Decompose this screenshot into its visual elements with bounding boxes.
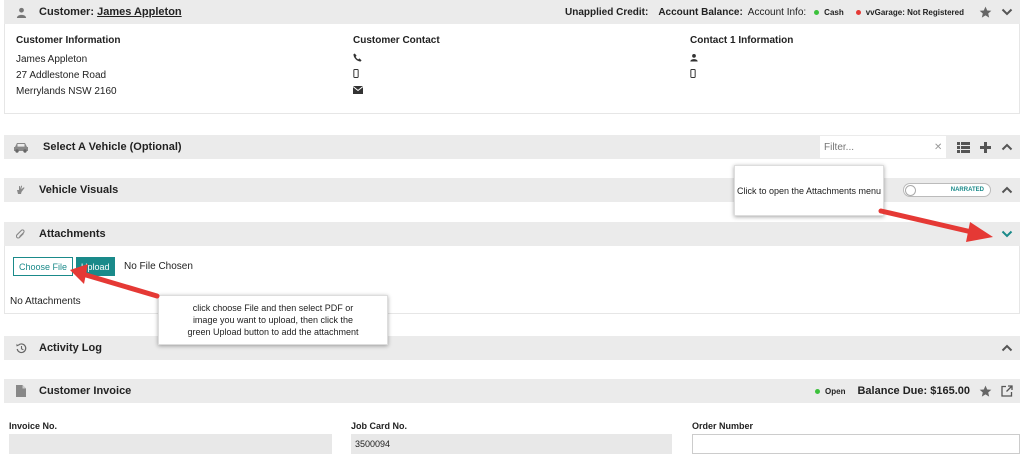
narrated-toggle[interactable]: NARRATED [903, 183, 991, 197]
activity-section-title: Activity Log [39, 342, 102, 354]
contact-1-information: Contact 1 Information [690, 35, 793, 85]
invoice-panel-header: Customer Invoice Open Balance Due: $165.… [4, 379, 1020, 403]
upload-button[interactable]: Upload [76, 257, 115, 276]
vehicle-filter-box: ✕ [820, 136, 946, 158]
attachments-panel-header: Attachments [4, 222, 1020, 246]
customer-contact: Customer Contact [352, 35, 440, 101]
contact-user-icon [690, 53, 793, 69]
choose-file-button[interactable]: Choose File [13, 257, 74, 276]
account-info-label: Account Info: [747, 6, 807, 18]
cash-status: Cash [824, 7, 844, 17]
file-status-text: No File Chosen [124, 261, 193, 272]
envelope-icon [352, 85, 440, 101]
invoice-star-icon[interactable] [974, 380, 996, 402]
job-card-label: Job Card No. [351, 421, 408, 431]
invoice-section-title: Customer Invoice [39, 385, 132, 397]
customer-panel-body: Customer Information James Appleton 27 A… [4, 24, 1020, 114]
vehicle-section-title: Select A Vehicle (Optional) [43, 141, 182, 153]
attachments-menu-tooltip: Click to open the Attachments menu [734, 165, 884, 216]
attachments-menu-tooltip-text: Click to open the Attachments menu [736, 185, 882, 196]
toggle-knob [905, 185, 916, 196]
customer-name-link[interactable]: James Appleton [97, 6, 182, 18]
invoice-no-field[interactable] [9, 434, 332, 454]
customer-information-title: Customer Information [16, 35, 121, 46]
customer-label: Customer: [39, 6, 95, 18]
contact-mobile-icon [690, 69, 793, 85]
customer-title: Customer: James Appleton [39, 6, 182, 18]
attachments-section-title: Attachments [39, 228, 106, 240]
order-number-field[interactable] [692, 434, 1020, 454]
invoice-no-label: Invoice No. [9, 421, 58, 431]
cash-status-dot [814, 9, 820, 15]
invoice-status: Open [825, 386, 846, 396]
customer-address-line: 27 Addlestone Road [16, 70, 107, 81]
job-card-field[interactable]: 3500094 [351, 434, 672, 454]
activity-panel-header: Activity Log [4, 336, 1020, 360]
car-icon [13, 139, 29, 155]
no-attachments-text: No Attachments [10, 296, 81, 307]
vehicle-filter-input[interactable] [820, 136, 934, 158]
order-number-label: Order Number [692, 421, 754, 431]
mobile-icon [353, 69, 440, 85]
account-balance-label: Account Balance: [658, 6, 743, 18]
unapplied-credit-label: Unapplied Credit: [564, 6, 649, 18]
customer-city-line: Merrylands NSW 2160 [16, 86, 117, 97]
upload-help-tooltip: click choose File and then select PDF or… [158, 295, 388, 345]
visuals-chevron-up-icon[interactable] [996, 179, 1018, 201]
add-vehicle-icon[interactable] [974, 136, 996, 158]
narrated-toggle-label: NARRATED [950, 187, 984, 193]
invoice-panel-body: Invoice No. Job Card No. 3500094 Order N… [4, 403, 1020, 456]
customer-information: Customer Information James Appleton 27 A… [16, 35, 120, 101]
chevron-up-icon[interactable] [996, 136, 1018, 158]
chevron-down-icon[interactable] [996, 1, 1018, 23]
star-icon[interactable] [974, 1, 996, 23]
vvgarage-status-dot [855, 9, 861, 15]
clear-filter-icon[interactable]: ✕ [934, 142, 946, 153]
customer-panel-header: Customer: James Appleton Unapplied Credi… [4, 0, 1020, 24]
contact-1-title: Contact 1 Information [690, 35, 794, 46]
customer-name-line: James Appleton [16, 54, 88, 65]
attachments-panel-body: Choose File Upload No File Chosen No Att… [4, 246, 1020, 314]
vvgarage-status: vvGarage: Not Registered [865, 7, 964, 17]
user-icon [13, 4, 29, 20]
attachments-chevron-down-icon[interactable] [996, 223, 1018, 245]
list-view-icon[interactable] [952, 136, 974, 158]
balance-due: Balance Due: $165.00 [857, 385, 970, 397]
hand-icon [13, 182, 29, 198]
paperclip-icon [13, 226, 29, 242]
customer-contact-title: Customer Contact [353, 35, 440, 46]
external-link-icon[interactable] [996, 380, 1018, 402]
visuals-section-title: Vehicle Visuals [39, 184, 119, 196]
vehicle-panel-header: Select A Vehicle (Optional) ✕ [4, 135, 1020, 159]
invoice-status-dot [815, 388, 821, 394]
history-icon [13, 340, 29, 356]
upload-help-tooltip-text: click choose File and then select PDF or… [187, 303, 359, 337]
phone-icon [353, 53, 440, 69]
activity-chevron-up-icon[interactable] [996, 337, 1018, 359]
file-icon [13, 383, 29, 399]
